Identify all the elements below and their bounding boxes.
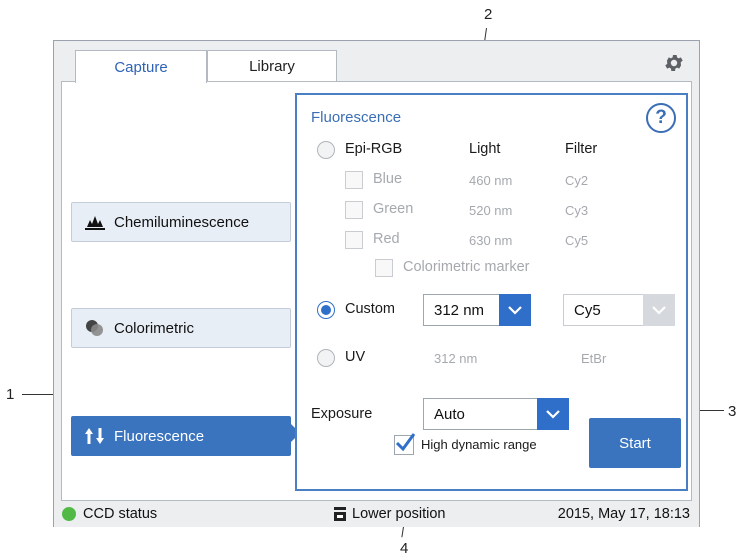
exposure-value: Auto (434, 405, 465, 423)
red-label: Red (373, 231, 400, 247)
fluorescence-icon (84, 425, 106, 447)
tab-bar: Capture Library (54, 41, 699, 83)
panel-title: Fluorescence (311, 109, 402, 126)
tab-library[interactable]: Library (207, 50, 337, 82)
lower-position: Lower position (352, 506, 446, 522)
uv-radio[interactable] (317, 349, 335, 367)
custom-radio[interactable] (317, 301, 335, 319)
fluorescence-panel: Fluorescence ? Epi-RGB Light Filter Blue… (295, 93, 688, 491)
epi-rgb-label: Epi-RGB (345, 141, 403, 157)
red-light: 630 nm (469, 233, 513, 248)
chevron-down-icon (643, 294, 675, 326)
datetime: 2015, May 17, 18:13 (557, 506, 690, 522)
status-dot-icon (62, 507, 76, 521)
start-button[interactable]: Start (589, 418, 681, 468)
colorimetric-marker-checkbox[interactable] (375, 259, 393, 277)
chemi-icon (84, 211, 106, 233)
help-icon[interactable]: ? (646, 103, 676, 133)
blue-light: 460 nm (469, 173, 513, 188)
green-label: Green (373, 201, 414, 217)
gear-icon[interactable] (663, 52, 685, 74)
exposure-select[interactable]: Auto (423, 398, 569, 430)
red-filter: Cy5 (565, 233, 589, 248)
custom-filter-value: Cy5 (574, 301, 601, 319)
mode-colorimetric-label: Colorimetric (114, 319, 195, 337)
custom-light-value: 312 nm (434, 301, 485, 319)
checkmark-icon (395, 433, 416, 452)
position-icon (333, 506, 347, 522)
colorimetric-marker-label: Colorimetric marker (403, 259, 530, 275)
hdr-checkbox[interactable] (394, 433, 416, 455)
custom-label: Custom (345, 301, 395, 317)
uv-filter: EtBr (581, 351, 607, 366)
status-bar: CCD status Lower position 2015, May 17, … (54, 501, 699, 527)
green-filter: Cy3 (565, 203, 589, 218)
filter-column-header: Filter (565, 141, 598, 157)
ccd-status: CCD status (83, 506, 158, 522)
mode-chemiluminescence-button[interactable]: Chemiluminescence (71, 202, 291, 242)
callout-3: 3 (728, 403, 737, 420)
blue-label: Blue (373, 171, 403, 187)
mode-colorimetric-button[interactable]: Colorimetric (71, 308, 291, 348)
blue-filter: Cy2 (565, 173, 589, 188)
blue-checkbox[interactable] (345, 171, 363, 189)
chevron-down-icon[interactable] (499, 294, 531, 326)
green-checkbox[interactable] (345, 201, 363, 219)
custom-light-select[interactable]: 312 nm (423, 294, 531, 326)
light-column-header: Light (469, 141, 501, 157)
exposure-label: Exposure (311, 406, 373, 422)
tab-capture[interactable]: Capture (75, 50, 207, 83)
chevron-down-icon[interactable] (537, 398, 569, 430)
mode-chemiluminescence-label: Chemiluminescence (114, 213, 250, 231)
uv-light: 312 nm (434, 351, 478, 366)
uv-label: UV (345, 349, 366, 365)
red-checkbox[interactable] (345, 231, 363, 249)
callout-4: 4 (400, 540, 409, 557)
capture-content: Chemiluminescence Colorimetric Fluoresce… (61, 81, 692, 501)
callout-2: 2 (484, 6, 493, 23)
epi-rgb-radio[interactable] (317, 141, 335, 159)
green-light: 520 nm (469, 203, 513, 218)
capture-window: Capture Library Chemiluminescence Colori… (53, 40, 700, 527)
mode-fluorescence-button[interactable]: Fluorescence (71, 416, 291, 456)
mode-fluorescence-label: Fluorescence (114, 427, 205, 445)
colorimetric-icon (84, 317, 106, 339)
hdr-label: High dynamic range (421, 437, 537, 452)
custom-filter-select[interactable]: Cy5 (563, 294, 675, 326)
callout-1: 1 (6, 386, 15, 403)
